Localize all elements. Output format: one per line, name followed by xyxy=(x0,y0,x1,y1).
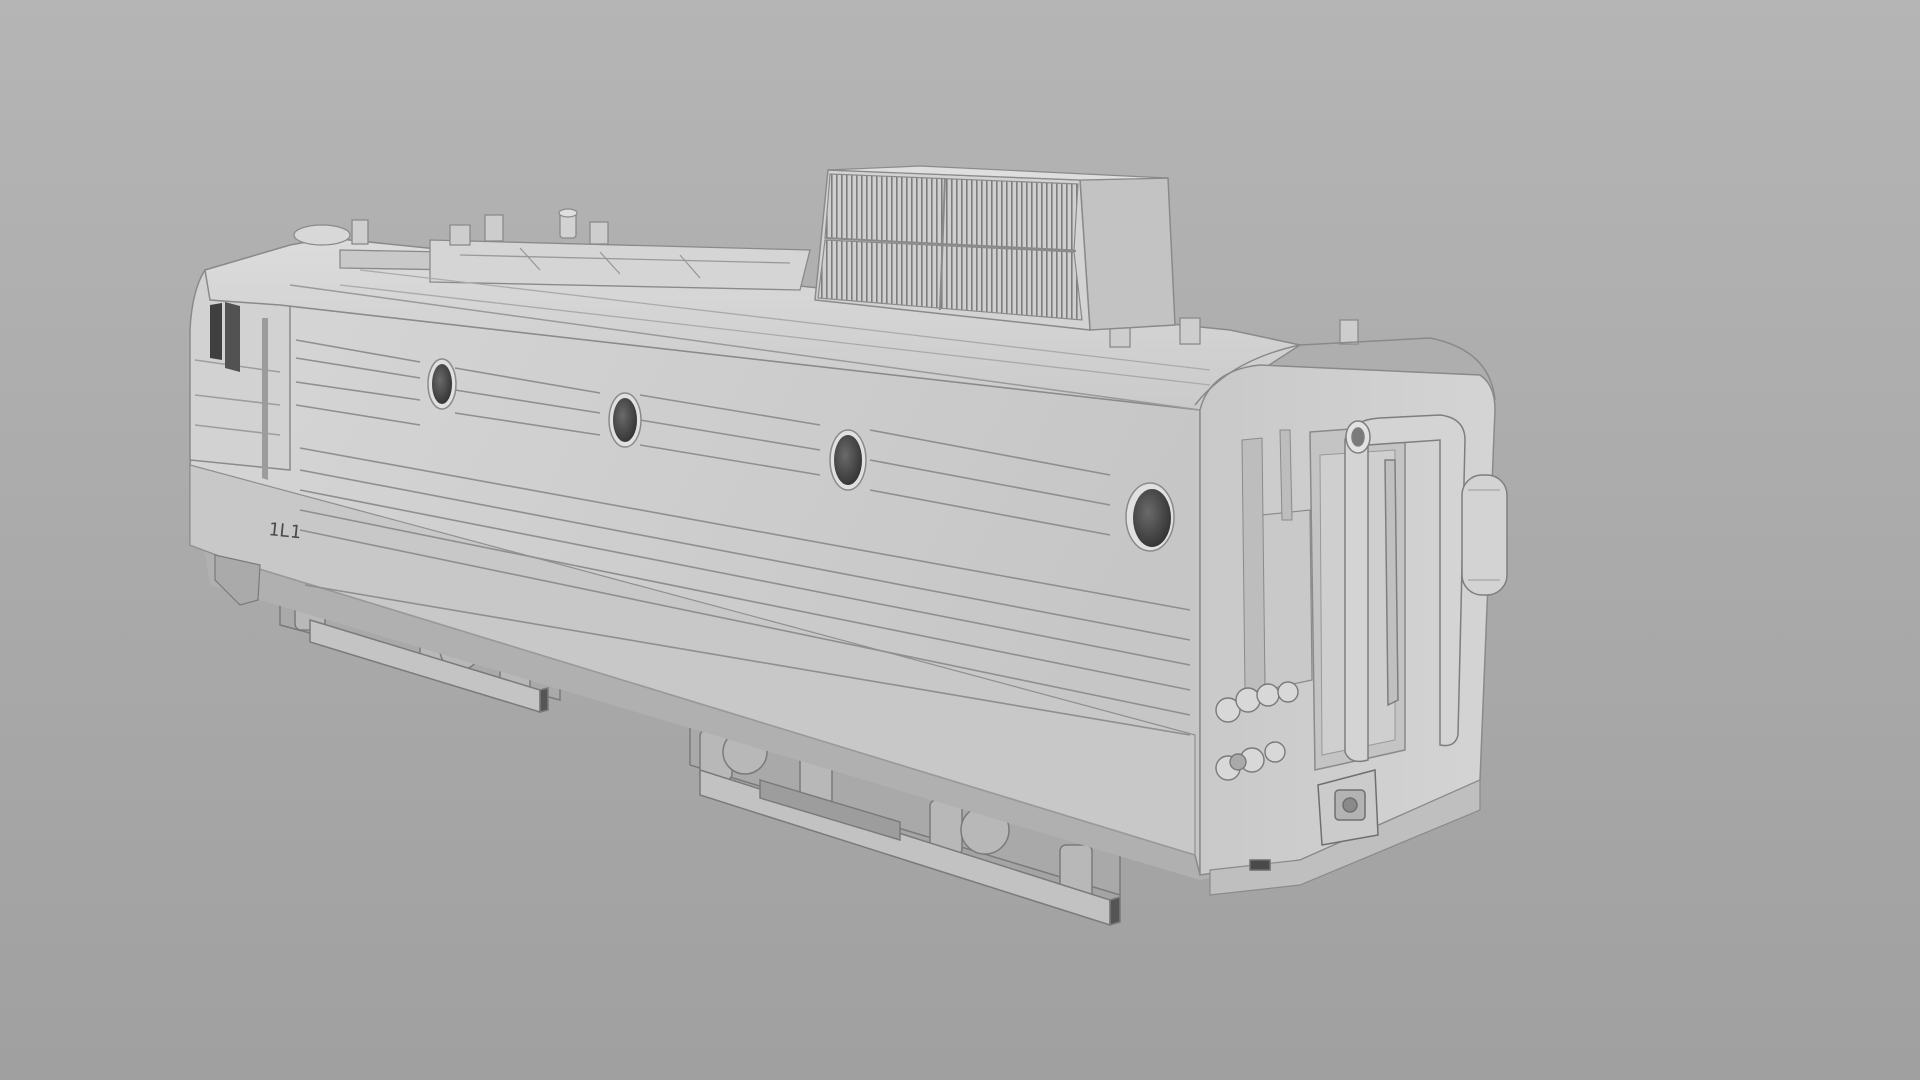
3d-viewport[interactable]: 1L1 xyxy=(0,0,1920,1080)
cab-window-right xyxy=(225,302,240,372)
air-tank xyxy=(1461,474,1508,596)
viewport-canvas[interactable]: 1L1 xyxy=(0,0,1920,1080)
cab-window-left xyxy=(210,303,222,360)
cab-marking: 1L1 xyxy=(267,519,302,543)
cooling-tower xyxy=(814,165,1176,331)
